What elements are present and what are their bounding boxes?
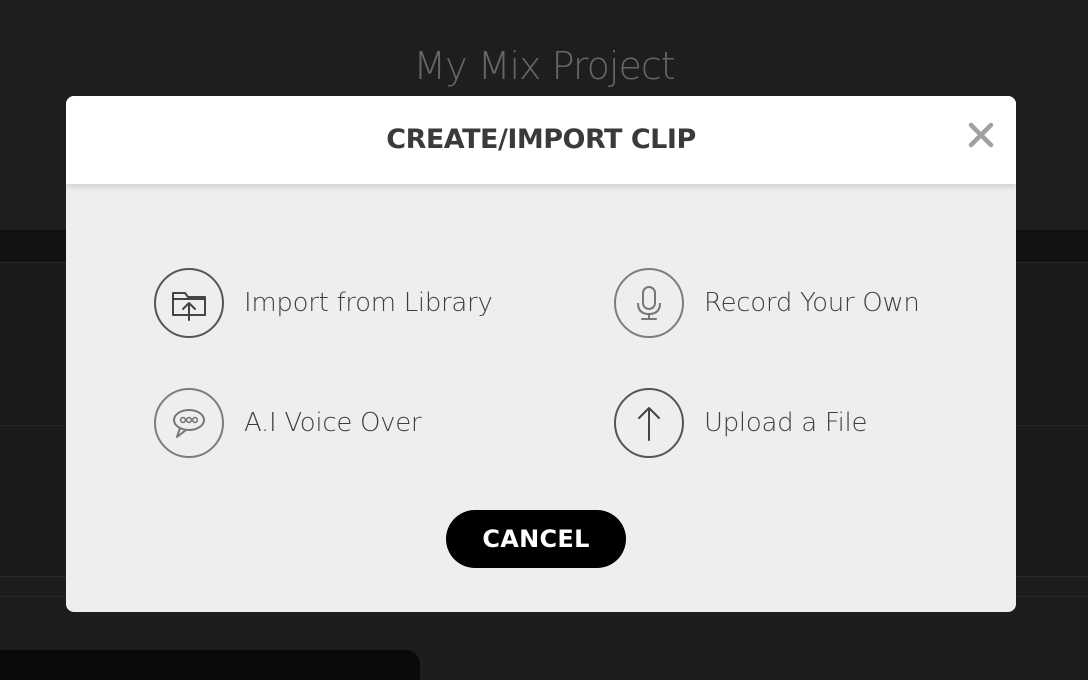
cancel-button[interactable]: CANCEL xyxy=(446,510,626,568)
folder-upload-icon xyxy=(154,268,224,338)
import-from-library-label: Import from Library xyxy=(244,288,493,318)
ai-voice-over-label: A.I Voice Over xyxy=(244,408,422,438)
record-your-own-label: Record Your Own xyxy=(704,288,920,318)
microphone-icon xyxy=(614,268,684,338)
speech-bubble-icon xyxy=(154,388,224,458)
dialog-header: CREATE/IMPORT CLIP xyxy=(66,96,1016,184)
dialog-title: CREATE/IMPORT CLIP xyxy=(386,124,696,155)
ai-voice-over-option[interactable]: A.I Voice Over xyxy=(154,386,422,460)
close-icon xyxy=(968,122,994,148)
import-from-library-option[interactable]: Import from Library xyxy=(154,266,493,340)
record-your-own-option[interactable]: Record Your Own xyxy=(614,266,920,340)
create-import-clip-dialog: CREATE/IMPORT CLIP Import from Library R… xyxy=(66,96,1016,612)
upload-arrow-icon xyxy=(614,388,684,458)
upload-a-file-label: Upload a File xyxy=(704,408,868,438)
app-root: My Mix Project CREATE/IMPORT CLIP Import… xyxy=(0,0,1088,680)
close-button[interactable] xyxy=(966,118,996,152)
upload-a-file-option[interactable]: Upload a File xyxy=(614,386,867,460)
